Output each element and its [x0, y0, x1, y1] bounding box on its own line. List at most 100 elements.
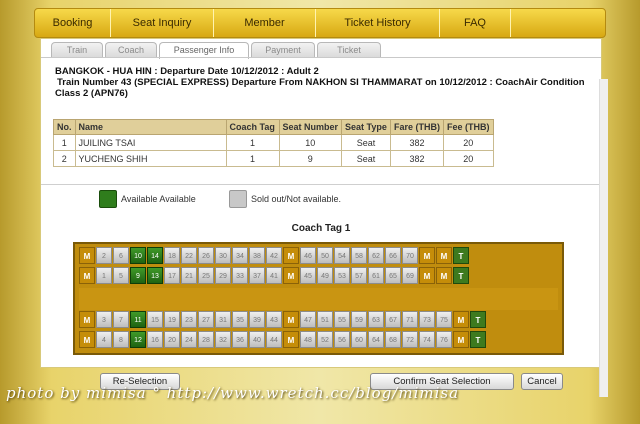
seat-sold: 72: [402, 331, 418, 348]
marker-m: M: [79, 247, 95, 264]
trip-route-line: BANGKOK - HUA HIN : Departure Date 10/12…: [55, 66, 319, 77]
seat-row: M 3 7 11 15 19 23 27 31 35 39 43 M 47 51 55 59 63 67 71 73 75…: [79, 311, 486, 328]
seat-sold: 67: [385, 311, 401, 328]
seat-row: M 2 6 10 14 18 22 26 30 34 38 42 M 46 50 54 58 62 66 70 M M T: [79, 247, 469, 264]
legend-sold-label: Sold out/Not available.: [251, 194, 342, 204]
legend-available: Available Available: [99, 190, 196, 208]
seat-sold: 43: [266, 311, 282, 328]
seat-sold: 52: [317, 331, 333, 348]
aisle: [79, 288, 558, 310]
seat-sold: 64: [368, 331, 384, 348]
nav-seat-inquiry[interactable]: Seat Inquiry: [111, 9, 214, 37]
seat-sold: 61: [368, 267, 384, 284]
seat-available[interactable]: 13: [147, 267, 163, 284]
table-row: 1 JUILING TSAI 1 10 Seat 382 20: [53, 134, 494, 151]
seat-sold: 16: [147, 331, 163, 348]
marker-m: M: [419, 267, 435, 284]
seat-available[interactable]: 12: [130, 331, 146, 348]
seat-sold: 27: [198, 311, 214, 328]
cell-seat-type: Seat: [341, 150, 392, 167]
cell-no: 2: [53, 150, 76, 167]
seat-available[interactable]: 9: [130, 267, 146, 284]
seat-available[interactable]: 14: [147, 247, 163, 264]
nav-faq[interactable]: FAQ: [440, 9, 511, 37]
seat-sold: 24: [181, 331, 197, 348]
cell-fare: 382: [390, 150, 445, 167]
col-seat-type: Seat Type: [341, 119, 392, 135]
seat-sold: 68: [385, 331, 401, 348]
seat-sold: 57: [351, 267, 367, 284]
seat-sold: 18: [164, 247, 180, 264]
seat-sold: 33: [232, 267, 248, 284]
tab-coach[interactable]: Coach: [105, 42, 157, 58]
cancel-button[interactable]: Cancel: [521, 373, 563, 390]
seat-sold: 63: [368, 311, 384, 328]
seat-sold: 20: [164, 331, 180, 348]
tab-ticket[interactable]: Ticket: [317, 42, 381, 58]
seat-sold: 42: [266, 247, 282, 264]
marker-m: M: [453, 331, 469, 348]
seat-sold: 75: [436, 311, 452, 328]
seat-map: M 2 6 10 14 18 22 26 30 34 38 42 M 46 50 54 58 62 66 70 M M T M…: [73, 242, 564, 355]
col-coach-tag: Coach Tag: [225, 119, 280, 135]
seat-sold: 54: [334, 247, 350, 264]
cell-coach-tag: 1: [225, 150, 280, 167]
seat-sold: 53: [334, 267, 350, 284]
seat-sold: 38: [249, 247, 265, 264]
seat-sold: 40: [249, 331, 265, 348]
seat-sold: 3: [96, 311, 112, 328]
seat-sold: 69: [402, 267, 418, 284]
table-row: 2 YUCHENG SHIH 1 9 Seat 382 20: [53, 150, 494, 167]
cell-fee: 20: [443, 134, 494, 151]
seat-sold: 71: [402, 311, 418, 328]
col-seat-number: Seat Number: [278, 119, 343, 135]
col-no: No.: [53, 119, 76, 135]
trip-info: BANGKOK - HUA HIN : Departure Date 10/12…: [55, 66, 595, 99]
available-seat-icon: [99, 190, 117, 208]
seat-sold: 21: [181, 267, 197, 284]
seat-available[interactable]: 10: [130, 247, 146, 264]
seat-sold: 45: [300, 267, 316, 284]
seat-sold: 49: [317, 267, 333, 284]
tab-train[interactable]: Train: [51, 42, 103, 58]
cell-coach-tag: 1: [225, 134, 280, 151]
passenger-table: No. Name Coach Tag Seat Number Seat Type…: [53, 119, 494, 167]
seat-sold: 65: [385, 267, 401, 284]
marker-m: M: [79, 311, 95, 328]
nav-member[interactable]: Member: [214, 9, 316, 37]
seat-sold: 7: [113, 311, 129, 328]
seat-sold: 32: [215, 331, 231, 348]
trip-class-line: Class 2 (APN76): [55, 88, 128, 99]
seat-sold: 31: [215, 311, 231, 328]
seat-sold: 50: [317, 247, 333, 264]
seat-sold: 26: [198, 247, 214, 264]
nav-ticket-history[interactable]: Ticket History: [316, 9, 440, 37]
section-divider: [41, 184, 601, 185]
cell-seat-type: Seat: [341, 134, 392, 151]
scrollbar[interactable]: [599, 79, 608, 397]
seat-sold: 35: [232, 311, 248, 328]
legend-sold: Sold out/Not available.: [229, 190, 341, 208]
seat-sold: 46: [300, 247, 316, 264]
seat-row: M 4 8 12 16 20 24 28 32 36 40 44 M 48 52 56 60 64 68 72 74 76…: [79, 331, 486, 348]
nav-booking[interactable]: Booking: [35, 9, 111, 37]
tab-payment[interactable]: Payment: [251, 42, 315, 58]
content-panel: Train Coach Passenger Info Payment Ticke…: [40, 38, 608, 397]
marker-m: M: [436, 267, 452, 284]
cell-name: YUCHENG SHIH: [74, 150, 227, 167]
seat-sold: 15: [147, 311, 163, 328]
seat-sold: 4: [96, 331, 112, 348]
marker-t: T: [470, 311, 486, 328]
seat-available[interactable]: 11: [130, 311, 146, 328]
seat-sold: 34: [232, 247, 248, 264]
seat-sold: 22: [181, 247, 197, 264]
seat-sold: 41: [266, 267, 282, 284]
seat-sold: 66: [385, 247, 401, 264]
marker-m: M: [436, 247, 452, 264]
marker-m: M: [283, 247, 299, 264]
cell-no: 1: [53, 134, 76, 151]
seat-sold: 30: [215, 247, 231, 264]
col-name: Name: [74, 119, 227, 135]
seat-sold: 19: [164, 311, 180, 328]
seat-sold: 59: [351, 311, 367, 328]
